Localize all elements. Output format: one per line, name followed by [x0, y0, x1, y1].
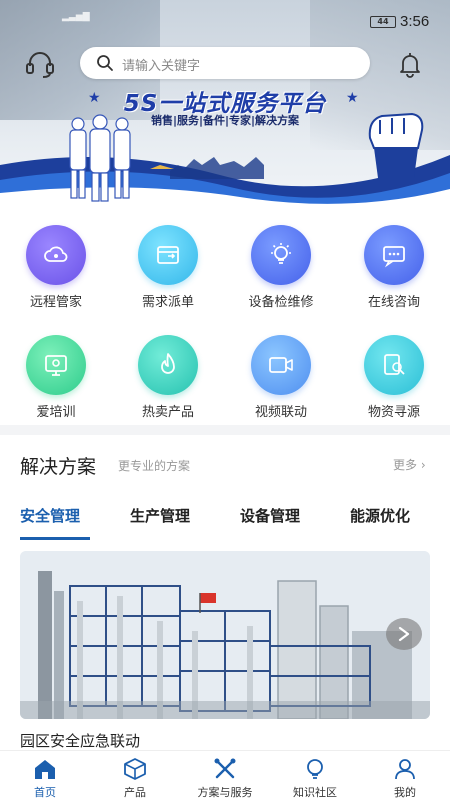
solution-tabs: 安全管理 生产管理 设备管理 能源优化 — [0, 505, 450, 541]
battery-icon: 44 — [370, 16, 396, 28]
flame-icon — [161, 353, 175, 374]
service-material-sourcing[interactable]: 物资寻源 — [338, 315, 450, 420]
video-icon — [269, 357, 293, 373]
status-bar: ▂▃▅▇ 44 3:56 — [0, 10, 450, 34]
service-equipment-maintenance[interactable]: 设备检维修 — [225, 205, 337, 310]
nav-products[interactable]: 产品 — [90, 751, 180, 800]
chat-icon — [383, 246, 405, 268]
fist-illustration — [368, 112, 424, 178]
home-icon — [35, 760, 55, 779]
service-hot-products[interactable]: 热卖产品 — [112, 315, 224, 420]
search-doc-icon — [384, 354, 405, 375]
tools-icon — [214, 758, 236, 779]
tab-equipment-management[interactable]: 设备管理 — [240, 505, 300, 526]
nav-profile[interactable]: 我的 — [360, 751, 450, 800]
service-label: 爱培训 — [36, 405, 76, 420]
search-bar[interactable]: 请输入关键字 — [80, 47, 370, 79]
service-label: 热卖产品 — [141, 405, 194, 420]
section-divider — [0, 425, 450, 435]
solutions-title: 解决方案 — [20, 456, 97, 478]
user-icon — [395, 759, 415, 780]
cloud-icon — [44, 246, 68, 262]
customer-service-icon[interactable] — [24, 48, 56, 80]
nav-label: 方案与服务 — [197, 786, 253, 799]
bottom-nav: 首页 产品 方案与服务 知识社区 我的 — [0, 750, 450, 800]
search-icon — [97, 55, 113, 71]
service-label: 物资寻源 — [367, 405, 420, 420]
service-online-consult[interactable]: 在线咨询 — [338, 205, 450, 310]
service-label: 远程管家 — [29, 295, 82, 310]
notification-bell-icon[interactable] — [396, 50, 424, 78]
nav-home[interactable]: 首页 — [0, 751, 90, 800]
solution-image[interactable] — [20, 551, 430, 719]
nav-knowledge-community[interactable]: 知识社区 — [270, 751, 360, 800]
dispatch-icon — [157, 246, 179, 264]
industrial-plant-illustration — [20, 551, 430, 719]
service-grid: 远程管家 需求派单 设备检维修 在线咨询 爱培训 热卖产品 视频联动 物资寻源 — [0, 205, 450, 425]
signal-icon: ▂▃▅▇ — [62, 12, 90, 22]
nav-label: 首页 — [34, 786, 56, 799]
service-label: 视频联动 — [254, 405, 307, 420]
service-dispatch[interactable]: 需求派单 — [112, 205, 224, 310]
service-label: 需求派单 — [141, 295, 194, 310]
tab-production-management[interactable]: 生产管理 — [130, 505, 190, 526]
service-label: 设备检维修 — [248, 295, 314, 310]
service-video-link[interactable]: 视频联动 — [225, 315, 337, 420]
tab-safety-management[interactable]: 安全管理 — [20, 505, 80, 526]
service-training[interactable]: 爱培训 — [0, 315, 112, 420]
bulb-icon — [307, 759, 323, 779]
hero-banner[interactable]: ▂▃▅▇ 44 3:56 请输入关键字 ★ ★ 5S一站式服务平台 销售|服务|… — [0, 0, 450, 205]
workers-illustration — [69, 114, 131, 202]
status-time: 3:56 — [400, 13, 430, 30]
nav-label: 产品 — [124, 786, 146, 799]
lightbulb-icon — [271, 243, 291, 264]
nav-label: 我的 — [394, 786, 416, 799]
chevron-right-icon — [398, 626, 410, 642]
carousel-next-button[interactable] — [386, 618, 422, 650]
service-remote-manager[interactable]: 远程管家 — [0, 205, 112, 310]
solution-caption: 园区安全应急联动 — [20, 732, 141, 750]
nav-label: 知识社区 — [293, 786, 337, 799]
nav-solutions-services[interactable]: 方案与服务 — [180, 751, 270, 800]
training-icon — [45, 355, 67, 376]
more-link[interactable]: 更多 › — [393, 456, 426, 473]
service-label: 在线咨询 — [367, 295, 420, 310]
active-tab-indicator — [20, 537, 90, 540]
cube-icon — [124, 758, 146, 780]
solutions-subtitle: 更专业的方案 — [118, 459, 191, 473]
tab-energy-optimization[interactable]: 能源优化 — [350, 505, 410, 526]
search-placeholder: 请输入关键字 — [122, 59, 201, 74]
